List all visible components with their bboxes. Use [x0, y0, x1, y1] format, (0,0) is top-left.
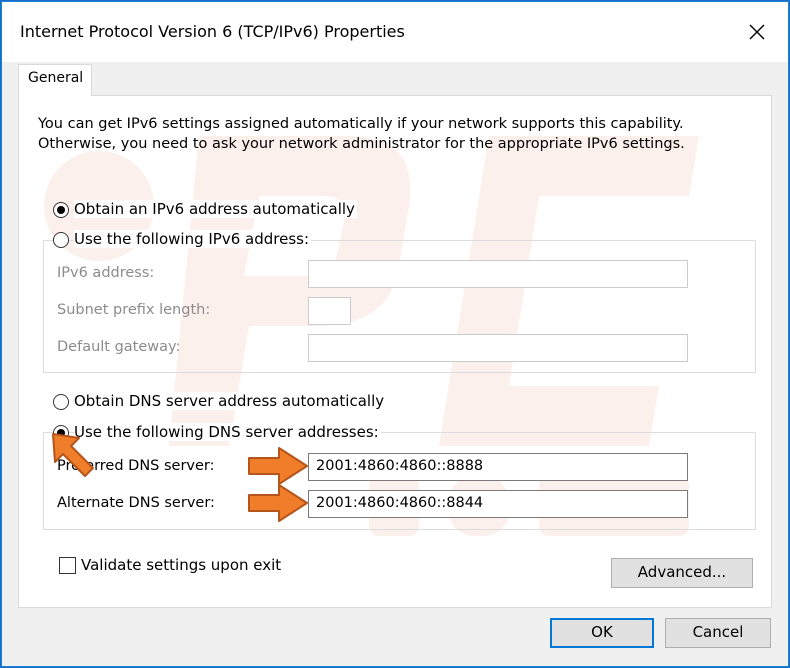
default-gateway-label: Default gateway:	[57, 339, 181, 355]
intro-line-2: Otherwise, you need to ask your network …	[38, 136, 685, 152]
ipv6-address-input[interactable]	[308, 260, 688, 288]
close-button[interactable]	[726, 2, 788, 62]
arrow-pointer-icon	[248, 447, 308, 485]
alternate-dns-label: Alternate DNS server:	[57, 495, 215, 511]
preferred-dns-input[interactable]: 2001:4860:4860::8888	[308, 453, 688, 481]
validate-checkbox-label[interactable]: Validate settings upon exit	[81, 556, 281, 574]
advanced-button[interactable]: Advanced...	[611, 558, 753, 588]
close-icon	[749, 24, 765, 40]
subnet-prefix-label: Subnet prefix length:	[57, 302, 211, 318]
cancel-button[interactable]: Cancel	[665, 618, 771, 648]
radio-use-dns-servers-label[interactable]: Use the following DNS server addresses:	[74, 423, 381, 441]
default-gateway-input[interactable]	[308, 334, 688, 362]
subnet-prefix-input[interactable]	[308, 297, 351, 325]
radio-obtain-dns-auto-label[interactable]: Obtain DNS server address automatically	[74, 392, 387, 410]
radio-obtain-dns-auto[interactable]	[53, 394, 69, 410]
tab-general-label: General	[28, 70, 84, 86]
intro-text: You can get IPv6 settings assigned autom…	[38, 114, 685, 154]
title-bar: Internet Protocol Version 6 (TCP/IPv6) P…	[2, 2, 788, 62]
alternate-dns-input[interactable]: 2001:4860:4860::8844	[308, 490, 688, 518]
validate-checkbox[interactable]	[59, 557, 76, 574]
properties-dialog: Internet Protocol Version 6 (TCP/IPv6) P…	[1, 1, 789, 667]
radio-obtain-ipv6-auto-label[interactable]: Obtain an IPv6 address automatically	[74, 200, 357, 218]
ok-button[interactable]: OK	[550, 618, 654, 648]
radio-use-ipv6-address[interactable]	[53, 232, 69, 248]
radio-obtain-ipv6-auto[interactable]	[53, 202, 69, 218]
window-title: Internet Protocol Version 6 (TCP/IPv6) P…	[20, 22, 405, 41]
radio-use-ipv6-address-label[interactable]: Use the following IPv6 address:	[74, 230, 312, 248]
tab-general[interactable]: General	[18, 64, 92, 96]
arrow-pointer-icon	[52, 433, 94, 477]
ipv6-address-label: IPv6 address:	[57, 265, 155, 281]
intro-line-1: You can get IPv6 settings assigned autom…	[38, 116, 684, 132]
general-panel: You can get IPv6 settings assigned autom…	[18, 95, 772, 608]
arrow-pointer-icon	[248, 484, 308, 522]
